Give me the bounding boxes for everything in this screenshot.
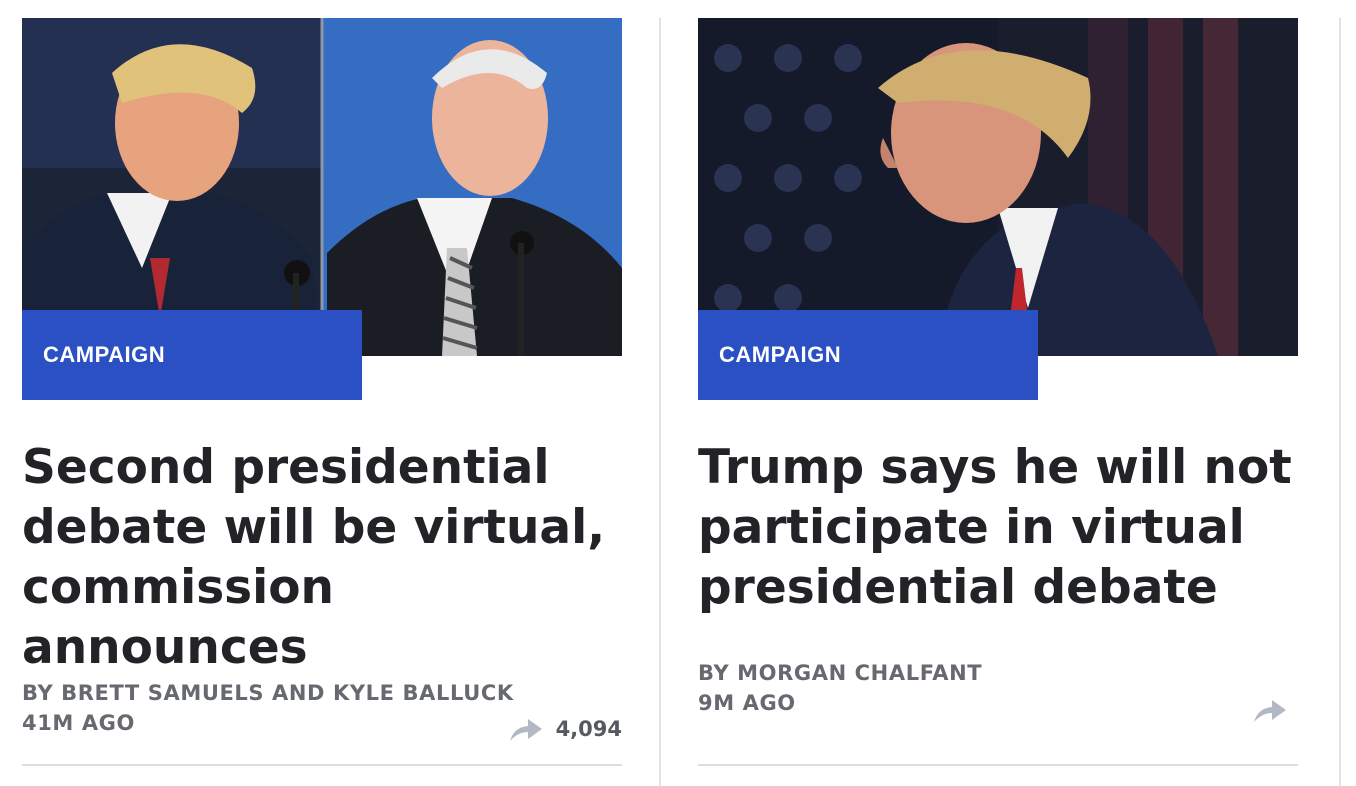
article-headline[interactable]: Trump says he will not participate in vi… bbox=[698, 438, 1298, 618]
article-timestamp: 41M AGO bbox=[22, 711, 135, 735]
category-tag[interactable]: CAMPAIGN bbox=[22, 310, 362, 400]
article-card[interactable]: CAMPAIGN Second presidential debate will… bbox=[22, 0, 622, 786]
share-arrow-icon bbox=[1254, 700, 1286, 722]
column-divider bbox=[659, 18, 661, 786]
column-divider bbox=[1339, 18, 1341, 786]
share-count: 4,094 bbox=[555, 717, 622, 741]
article-headline[interactable]: Second presidential debate will be virtu… bbox=[22, 438, 622, 678]
article-image[interactable] bbox=[698, 18, 1298, 356]
article-byline: BY MORGAN CHALFANT bbox=[698, 661, 983, 685]
article-byline: BY BRETT SAMUELS AND KYLE BALLUCK bbox=[22, 681, 514, 705]
share-arrow-icon bbox=[509, 719, 542, 741]
card-bottom-divider bbox=[22, 764, 622, 766]
share-button[interactable]: 4,094 bbox=[508, 715, 622, 743]
card-bottom-divider bbox=[698, 764, 1298, 766]
share-button[interactable] bbox=[1252, 696, 1288, 724]
article-timestamp: 9M AGO bbox=[698, 691, 796, 715]
category-tag[interactable]: CAMPAIGN bbox=[698, 310, 1038, 400]
article-card[interactable]: CAMPAIGN Trump says he will not particip… bbox=[698, 0, 1298, 786]
article-image[interactable] bbox=[22, 18, 622, 356]
